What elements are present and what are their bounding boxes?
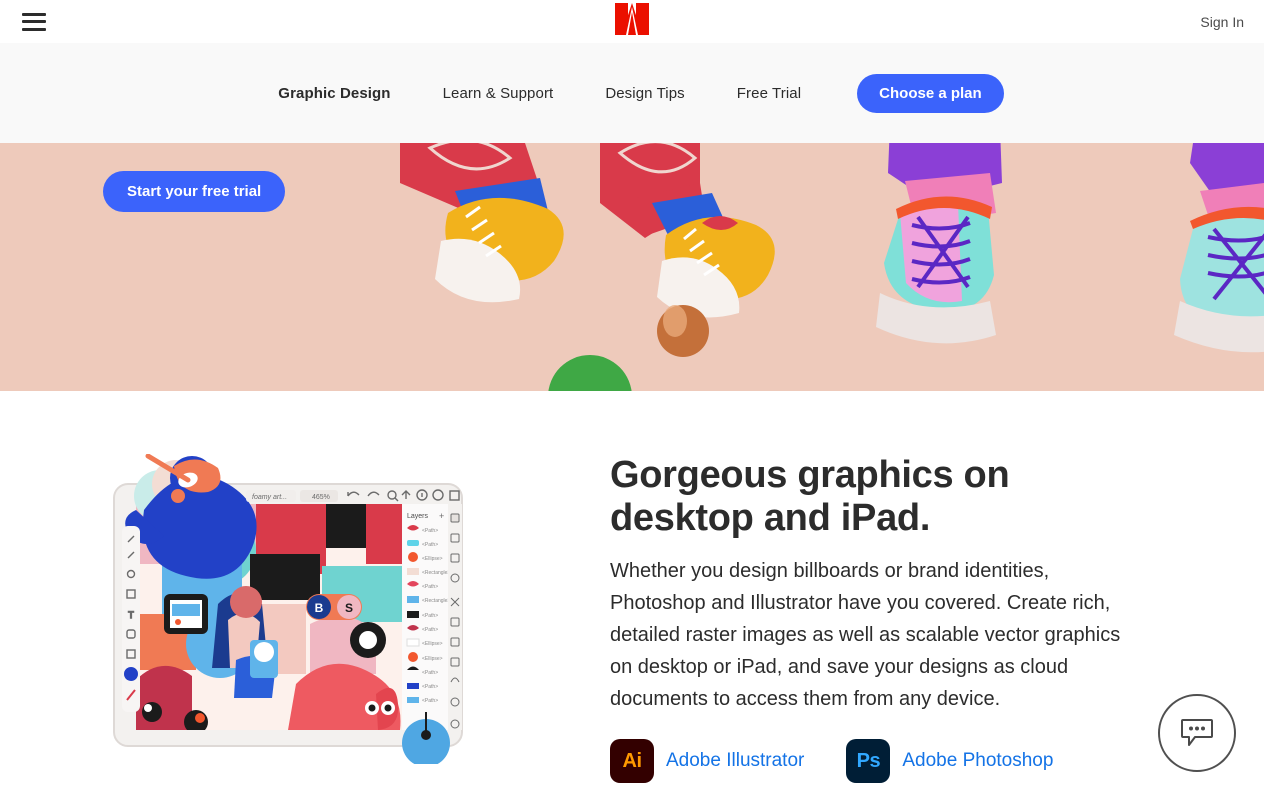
choose-a-plan-button[interactable]: Choose a plan bbox=[857, 73, 1004, 113]
svg-text:<Path>: <Path> bbox=[422, 528, 438, 534]
zoom-level-label: 465% bbox=[312, 494, 330, 501]
sub-navigation-items: Graphic Design Learn & Support Design Ti… bbox=[260, 73, 1004, 113]
product-link-label-illustrator: Adobe Illustrator bbox=[666, 750, 805, 772]
svg-text:<Path>: <Path> bbox=[422, 542, 438, 548]
svg-text:<Ellipse>: <Ellipse> bbox=[422, 556, 443, 562]
hamburger-line bbox=[22, 12, 46, 16]
svg-text:<Ellipse>: <Ellipse> bbox=[422, 656, 443, 662]
text-column: Gorgeous graphics on desktop and iPad. W… bbox=[610, 446, 1130, 784]
svg-text:B: B bbox=[315, 601, 324, 615]
svg-text:<Rectangle>: <Rectangle> bbox=[422, 570, 450, 576]
ipad-illustrator-illustration: B S T foamy art... 465% Layers + <Path> … bbox=[100, 453, 470, 767]
illustration-column: B S T foamy art... 465% Layers + <Path> … bbox=[0, 446, 570, 767]
main-content-section: B S T foamy art... 465% Layers + <Path> … bbox=[0, 391, 1264, 784]
svg-text:<Path>: <Path> bbox=[422, 627, 438, 633]
svg-text:T: T bbox=[128, 610, 134, 620]
nav-item-learn-support[interactable]: Learn & Support bbox=[443, 85, 554, 102]
svg-text:<Path>: <Path> bbox=[422, 584, 438, 590]
page-title: Gorgeous graphics on desktop and iPad. bbox=[610, 454, 1010, 539]
svg-text:<Path>: <Path> bbox=[422, 613, 438, 619]
chat-bubble-icon bbox=[1181, 719, 1213, 746]
nav-item-design-tips[interactable]: Design Tips bbox=[605, 85, 684, 102]
hamburger-line bbox=[22, 20, 46, 23]
start-free-trial-button[interactable]: Start your free trial bbox=[103, 171, 286, 212]
nav-item-free-trial[interactable]: Free Trial bbox=[737, 85, 801, 102]
svg-text:<Path>: <Path> bbox=[422, 698, 438, 704]
layers-panel-title: Layers bbox=[407, 513, 429, 520]
hamburger-menu-icon[interactable] bbox=[22, 12, 46, 31]
product-link-label-photoshop: Adobe Photoshop bbox=[902, 750, 1054, 772]
ipad-artwork-svg: B S T foamy art... 465% Layers + <Path> … bbox=[113, 453, 463, 767]
svg-text:S: S bbox=[345, 601, 353, 615]
svg-text:+: + bbox=[439, 511, 444, 521]
svg-text:<Ellipse>: <Ellipse> bbox=[422, 641, 443, 647]
nav-item-graphic-design[interactable]: Graphic Design bbox=[278, 85, 390, 102]
hamburger-line bbox=[22, 27, 46, 31]
adobe-illustrator-icon: Ai bbox=[610, 739, 654, 784]
top-bar: Sign In bbox=[0, 0, 1264, 43]
adobe-photoshop-icon: Ps bbox=[846, 739, 891, 784]
chat-widget-button[interactable] bbox=[1158, 694, 1236, 772]
adobe-logo[interactable] bbox=[615, 3, 649, 35]
svg-text:<Rectangle>: <Rectangle> bbox=[422, 598, 450, 604]
body-paragraph: Whether you design billboards or brand i… bbox=[610, 560, 1121, 711]
svg-text:<Path>: <Path> bbox=[422, 670, 438, 676]
product-link-illustrator[interactable]: Ai Adobe Illustrator bbox=[610, 739, 805, 784]
product-links: Ai Adobe Illustrator Ps Adobe Photoshop bbox=[610, 739, 1130, 784]
doc-name-label: foamy art... bbox=[252, 494, 287, 501]
product-link-photoshop[interactable]: Ps Adobe Photoshop bbox=[846, 739, 1054, 784]
hero-banner: Start your free trial bbox=[0, 143, 1264, 391]
sign-in-link[interactable]: Sign In bbox=[1200, 14, 1244, 30]
svg-text:<Path>: <Path> bbox=[422, 684, 438, 690]
sub-navigation-bar: Graphic Design Learn & Support Design Ti… bbox=[0, 43, 1264, 143]
